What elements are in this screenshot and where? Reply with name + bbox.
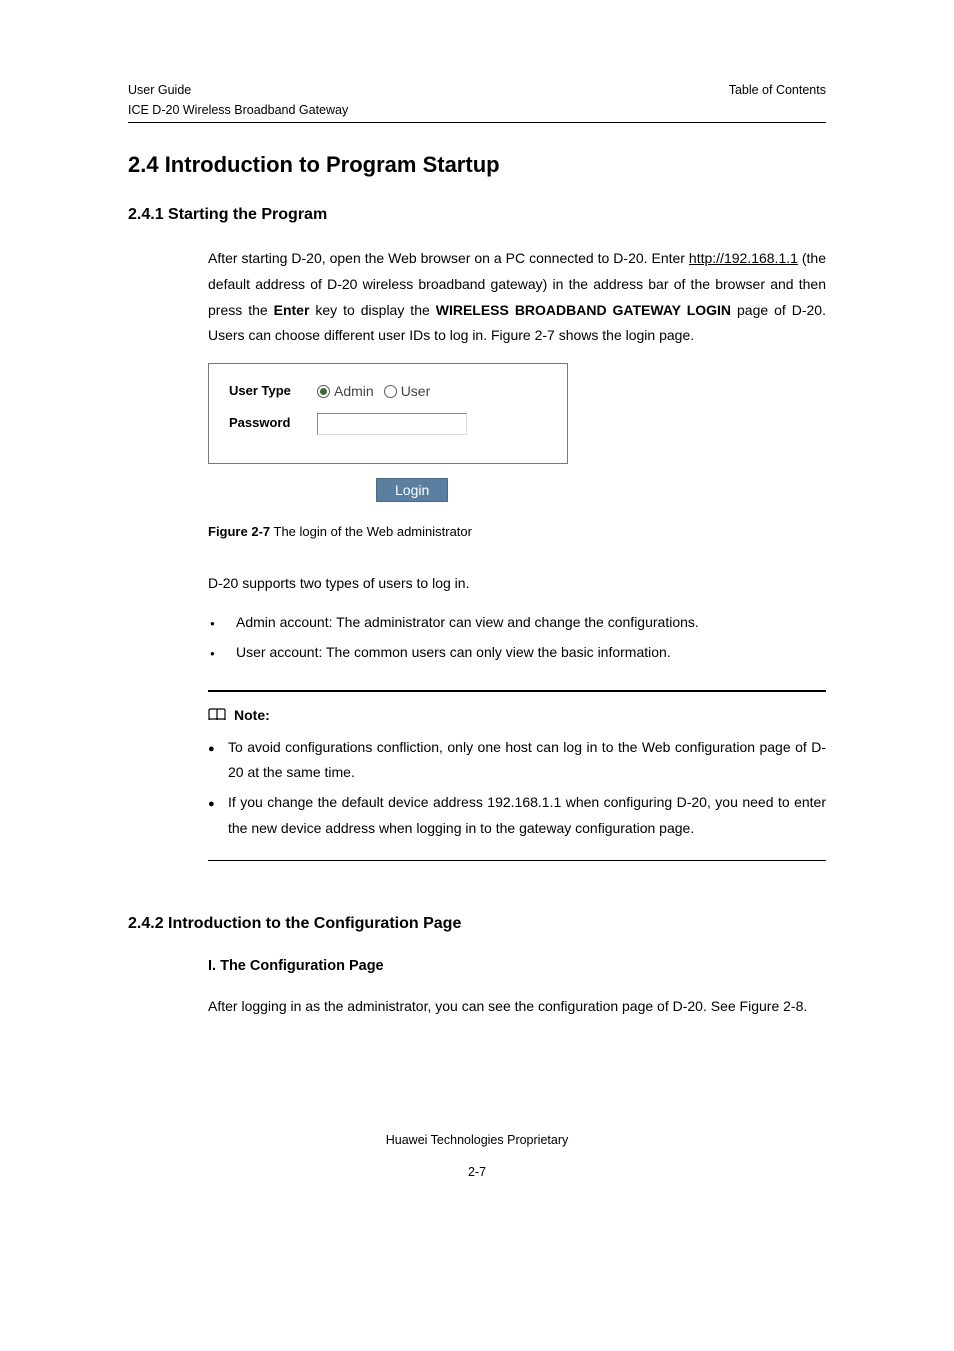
p1-text-post2: key to display the [309, 302, 435, 318]
note-title: Note: [234, 704, 270, 726]
note-text-1: To avoid configurations confliction, onl… [228, 735, 826, 787]
p1-text-pre: After starting D-20, open the Web browse… [208, 250, 689, 266]
user-types-list: ● Admin account: The administrator can v… [208, 610, 826, 666]
default-address-link[interactable]: http://192.168.1.1 [689, 250, 798, 266]
bullet-icon: ● [208, 640, 236, 666]
bullet-icon: ● [208, 610, 236, 636]
radio-user-label: User [401, 380, 431, 402]
radio-admin-dot [320, 388, 327, 395]
bullet-icon: ● [208, 735, 228, 787]
header-right: Table of Contents [729, 80, 826, 120]
user-type-label: User Type [229, 381, 317, 402]
radio-user[interactable]: User [384, 380, 431, 402]
note-text-2: If you change the default device address… [228, 790, 826, 842]
login-button[interactable]: Login [376, 478, 448, 502]
radio-admin[interactable]: Admin [317, 380, 374, 402]
login-box: User Type Admin User Password [208, 363, 568, 463]
page-header: User Guide ICE D-20 Wireless Broadband G… [128, 80, 826, 123]
password-input[interactable] [317, 413, 467, 435]
section-heading-3: I. The Configuration Page [208, 955, 826, 978]
login-button-row: Login [376, 478, 826, 502]
section-heading-1: 2.4 Introduction to Program Startup [128, 147, 826, 182]
footer-page-number: 2-7 [128, 1162, 826, 1182]
header-doc-title: User Guide [128, 80, 348, 100]
password-row: Password [229, 413, 547, 435]
user-type-radio-group: Admin User [317, 380, 430, 402]
note-header: Note: [208, 704, 826, 726]
p1-bold1: Enter [274, 302, 310, 318]
radio-user-circle [384, 385, 397, 398]
list-item: ● User account: The common users can onl… [208, 640, 826, 666]
admin-account-text: Admin account: The administrator can vie… [236, 610, 826, 636]
login-figure: User Type Admin User Password Login [208, 363, 826, 501]
user-type-row: User Type Admin User [229, 380, 547, 402]
figure-label: Figure 2-7 [208, 524, 270, 539]
page-footer: Huawei Technologies Proprietary 2-7 [128, 1130, 826, 1182]
bullet-icon: ● [208, 790, 228, 842]
header-product-name: ICE D-20 Wireless Broadband Gateway [128, 100, 348, 120]
radio-admin-label: Admin [334, 380, 374, 402]
note-list-item: ● To avoid configurations confliction, o… [208, 735, 826, 787]
user-account-text: User account: The common users can only … [236, 640, 826, 666]
list-item: ● Admin account: The administrator can v… [208, 610, 826, 636]
radio-admin-circle [317, 385, 330, 398]
figure-text: The login of the Web administrator [270, 524, 472, 539]
paragraph-intro: After starting D-20, open the Web browse… [208, 246, 826, 350]
note-list-item: ● If you change the default device addre… [208, 790, 826, 842]
p1-bold2: WIRELESS BROADBAND GATEWAY LOGIN [436, 302, 731, 318]
book-icon [208, 708, 226, 722]
footer-proprietary: Huawei Technologies Proprietary [128, 1130, 826, 1150]
section-heading-2a: 2.4.1 Starting the Program [128, 202, 826, 228]
header-left: User Guide ICE D-20 Wireless Broadband G… [128, 80, 348, 120]
note-list: ● To avoid configurations confliction, o… [208, 735, 826, 843]
section-heading-2b: 2.4.2 Introduction to the Configuration … [128, 911, 826, 937]
password-label: Password [229, 413, 317, 434]
paragraph-support: D-20 supports two types of users to log … [208, 571, 826, 597]
figure-caption: Figure 2-7 The login of the Web administ… [208, 522, 826, 543]
note-block: Note: ● To avoid configurations conflict… [208, 690, 826, 861]
paragraph-config: After logging in as the administrator, y… [208, 994, 826, 1020]
